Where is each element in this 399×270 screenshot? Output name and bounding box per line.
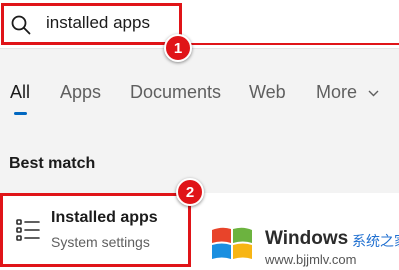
watermark: Windows 系统之家 www.bjjmlv.com bbox=[208, 218, 399, 270]
watermark-brand: Windows bbox=[265, 228, 349, 249]
windows-logo-icon bbox=[212, 227, 252, 259]
tab-web[interactable]: Web bbox=[249, 82, 286, 103]
active-tab-indicator bbox=[14, 112, 27, 115]
tab-all[interactable]: All bbox=[10, 82, 30, 103]
annotation-badge-step-2: 2 bbox=[176, 178, 204, 206]
tab-apps[interactable]: Apps bbox=[60, 82, 101, 103]
filter-tabs: All Apps Documents Web More bbox=[0, 82, 399, 122]
watermark-url: www.bjjmlv.com bbox=[265, 252, 357, 267]
annotation-badge-step-1: 1 bbox=[164, 34, 192, 62]
section-title-best-match: Best match bbox=[9, 155, 96, 172]
tab-documents[interactable]: Documents bbox=[130, 82, 221, 103]
annotation-highlight-result bbox=[0, 193, 191, 267]
tab-more-label: More bbox=[316, 82, 358, 102]
annotation-underline bbox=[182, 43, 399, 45]
annotation-highlight-search bbox=[1, 3, 182, 45]
chevron-down-icon bbox=[368, 90, 379, 97]
tab-more[interactable]: More bbox=[316, 82, 379, 103]
watermark-site-name: 系统之家 bbox=[352, 234, 399, 250]
